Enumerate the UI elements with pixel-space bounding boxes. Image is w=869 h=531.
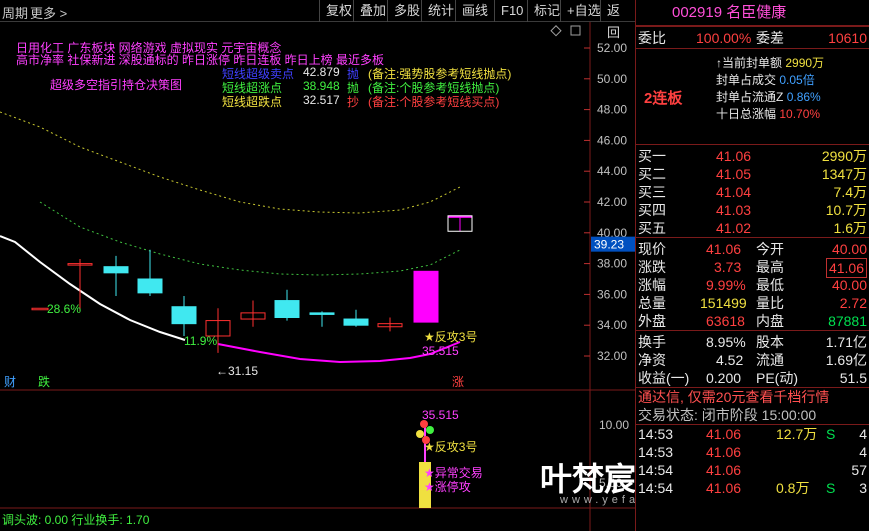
axis-tick-label: 32.00 [597,349,627,363]
signal-value: 42.879 [303,65,340,79]
lower-pane-dot [416,430,424,438]
axis-tick-label: 42.00 [597,195,627,209]
seal-block: 2连板 ↑当前封单额 2990万 封单占成交 0.05倍 封单占流通Z 0.86… [636,48,869,144]
axis-tick-label: 34.00 [597,318,627,332]
seal-row: 封单占流通Z 0.86% [716,90,821,104]
lower-support-label: 35.515 [422,408,459,422]
quote-row: 涨幅 9.99% 最低 40.00 [638,277,867,293]
stock-code: 002919 [672,4,723,21]
axis-tick-label: 38.00 [597,257,627,271]
lower-pane-dot [426,426,434,434]
marker-cai: 财 [4,375,17,389]
seal-row: 封单占成交 0.05倍 [716,73,815,87]
seal-row: 十日总涨幅 10.70% [716,107,821,121]
indicator-title: 超级多空指引持仓决策图 [50,78,183,92]
upper-band-line [0,111,461,214]
low-price-label: ←31.15 [216,364,259,378]
stats-block: 换手 8.95% 股本 1.71亿 净资 4.52 流通 1.69亿 收益(一) 0.200 P… [636,330,869,387]
toolbar-btn-fanhui[interactable]: 返回 [600,0,635,40]
quote-row: 外盘 63618 内盘 87881 [638,313,867,329]
candle-body [309,312,335,315]
weibi-value: 100.00% [696,30,752,46]
tick-list: 14:53 41.06 12.7万 S 4 14:53 41.06 4 14:54 41.06… [636,424,869,497]
seal-stats: ↑当前封单额 2990万 封单占成交 0.05倍 封单占流通Z 0.86% 十日… [716,55,824,123]
more-button[interactable]: 更多 > [30,3,67,22]
axis-tick-label: 46.00 [597,133,627,147]
axis-tick-label: 44.00 [597,164,627,178]
stat-row: 净资 4.52 流通 1.69亿 [638,352,867,368]
pct-label-11-9: 11.9% [184,334,218,348]
support-price-label: 35.515 [422,344,459,358]
axis-tick-label: 36.00 [597,287,627,301]
middle-band-line [39,201,461,276]
marker-die: 跌 [38,375,51,389]
pct-label-28-6: 28.6% [47,302,82,316]
candle-body [413,270,439,323]
lower-fangong-label: ★反攻3号 [424,440,478,454]
tick-row: 14:53 41.06 12.7万 S 4 [638,426,867,442]
weibi-row: 委比 100.00% 委差 10610 [636,26,869,48]
signal-fangong: ★反攻3号 [424,330,478,344]
bid-row[interactable]: 买五 41.02 1.6万 [636,219,869,237]
seal-row: ↑当前封单额 2990万 [716,56,825,70]
bid-book: 买一 41.06 2990万 买二 41.05 1347万 买三 41.04 7.4万 买四… [636,144,869,237]
candle-body [103,266,129,274]
signal-value: 32.517 [303,93,340,107]
bid-row[interactable]: 买二 41.05 1347万 [636,165,869,183]
candle-body [31,307,49,311]
bid-row[interactable]: 买三 41.04 7.4万 [636,183,869,201]
stat-row: 换手 8.95% 股本 1.71亿 [638,334,867,350]
tick-row: 14:54 41.06 57 [638,462,867,478]
weicha-value: 10610 [828,30,867,46]
kline-chart[interactable]: 52.00 50.00 48.00 46.00 44.00 42.00 40.00 38.00… [0,22,796,531]
tick-row: 14:54 41.06 0.8万 S 3 [638,480,867,496]
quote-block: 现价 41.06 今开 40.00 涨跌 3.73 最高 41.06 涨幅 9.99% 最低 40… [636,237,869,330]
candle-body [343,318,369,326]
stock-header: 002919 名臣健康 [636,0,869,26]
pane-max-icon [570,25,581,36]
axis-tick-label: 52.00 [597,41,627,55]
trade-status: 交易状态: 闭市阶段 15:00:00 [638,407,817,423]
upgrade-notice[interactable]: 通达信, 仅需20元查看千档行情 [636,388,869,406]
toolbar-btn-f10[interactable]: F10 [494,0,529,22]
current-price-tag-label: 39.23 [594,238,624,252]
indicator-toggle-icon [550,25,562,37]
signal-name: 短线超跌点 [222,95,283,109]
lower-axis-label: 10.00 [599,418,629,432]
axis-tick-label: 48.00 [597,103,627,117]
stat-row: 收益(一) 0.200 PE(动) 51.5 [638,370,867,386]
bottom-status: 调头波: 0.00 行业换手: 1.70 [2,513,150,527]
bid-row[interactable]: 买四 41.03 10.7万 [636,201,869,219]
chart-toolbar: 周期 更多 > 复权 叠加 多股 统计 画线 F10 标记 +自选 返回 [0,0,635,40]
signal-value: 38.948 [303,79,340,93]
stock-name: 名臣健康 [726,4,787,21]
candle-body [171,306,197,325]
period-button[interactable]: 周期 [2,3,28,22]
quote-row: 涨跌 3.73 最高 41.06 [636,258,869,278]
lower-limitup-label: ★涨停攻 [424,480,471,494]
signal-note: (备注:个股参考短线买点) [368,95,500,109]
signal-action: 抄 [347,95,360,109]
weibi-label: 委比 [638,30,666,46]
marker-zhang: 涨 [452,375,465,389]
candle-body [137,278,163,294]
lianban-label: 2连板 [644,90,683,107]
quote-panel: 002919 名臣健康 委比 100.00% 委差 10610 2连板 ↑当前封… [635,0,869,531]
bid-row[interactable]: 买一 41.06 2990万 [636,147,869,165]
candle-body [274,300,300,318]
quote-row: 现价 41.06 今开 40.00 [638,241,867,257]
weicha-label: 委差 [756,30,784,46]
quote-row: 总量 151499 量比 2.72 [638,295,867,311]
tick-row: 14:53 41.06 4 [638,444,867,460]
notice-block: 通达信, 仅需20元查看千档行情 交易状态: 闭市阶段 15:00:00 [636,387,869,424]
toolbar-btn-huaxian[interactable]: 画线 [455,0,494,22]
axis-tick-label: 50.00 [597,72,627,86]
